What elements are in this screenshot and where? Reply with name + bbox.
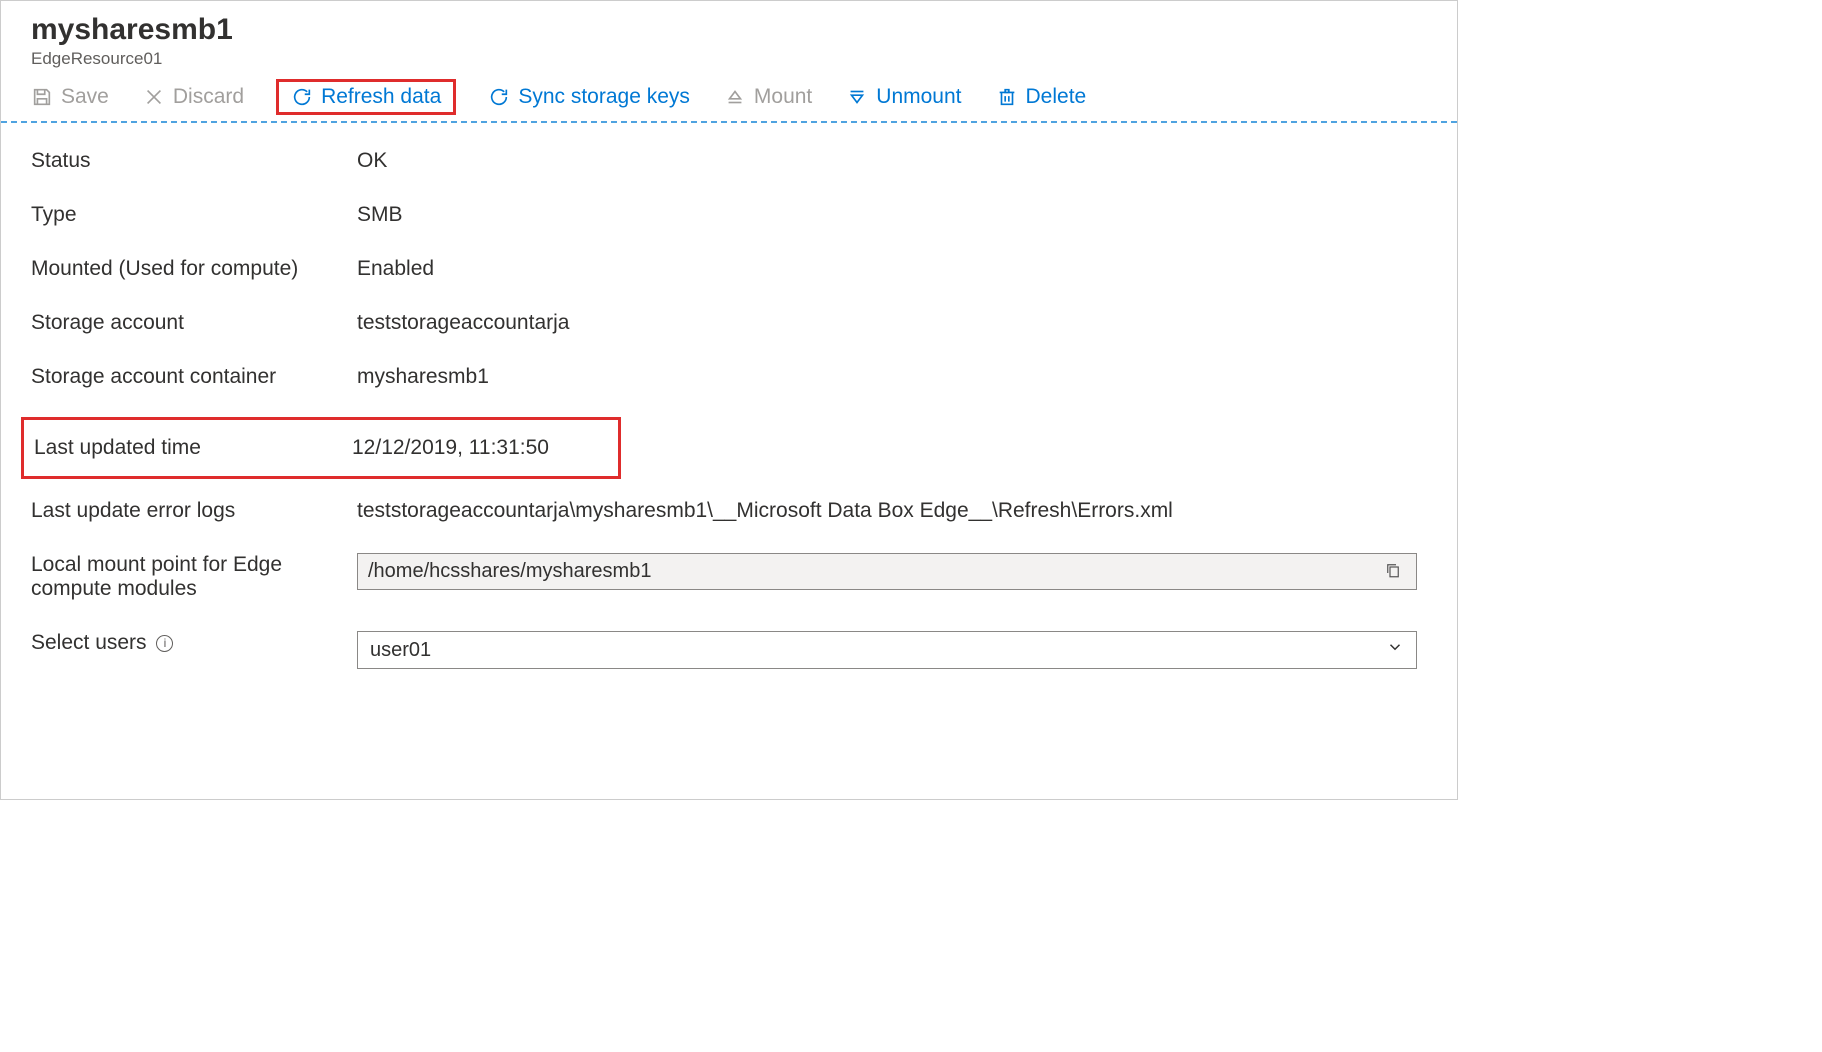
refresh-icon [488, 86, 510, 108]
unmount-button[interactable]: Unmount [846, 85, 961, 109]
page-subtitle: EdgeResource01 [31, 49, 1427, 69]
type-label: Type [31, 203, 357, 227]
mount-icon [724, 86, 746, 108]
copy-mount-point-button[interactable] [1380, 561, 1406, 582]
unmount-label: Unmount [876, 85, 961, 109]
save-button: Save [31, 85, 109, 109]
mount-label: Mount [754, 85, 812, 109]
refresh-icon [291, 86, 313, 108]
mount-button: Mount [724, 85, 812, 109]
close-button[interactable] [1427, 15, 1439, 48]
status-label: Status [31, 149, 357, 173]
delete-label: Delete [1026, 85, 1087, 109]
save-icon [31, 86, 53, 108]
storage-account-label: Storage account [31, 311, 357, 335]
select-users-label-wrap: Select users i [31, 631, 357, 655]
refresh-data-button[interactable]: Refresh data [276, 79, 456, 115]
select-users-value: user01 [370, 639, 1386, 662]
sync-storage-keys-button[interactable]: Sync storage keys [488, 85, 690, 109]
type-value: SMB [357, 203, 1427, 227]
refresh-label: Refresh data [321, 85, 441, 109]
select-users-dropdown[interactable]: user01 [357, 631, 1417, 669]
storage-account-value: teststorageaccountarja [357, 311, 1427, 335]
x-icon [143, 86, 165, 108]
info-icon[interactable]: i [156, 635, 173, 652]
container-label: Storage account container [31, 365, 357, 389]
sync-label: Sync storage keys [518, 85, 690, 109]
discard-label: Discard [173, 85, 244, 109]
toolbar: Save Discard Refresh data Sync storage k… [1, 75, 1457, 123]
discard-button: Discard [143, 85, 244, 109]
mount-point-value: /home/hcsshares/mysharesmb1 [368, 560, 1380, 583]
container-value: mysharesmb1 [357, 365, 1427, 389]
status-value: OK [357, 149, 1427, 173]
save-label: Save [61, 85, 109, 109]
copy-icon [1384, 567, 1402, 582]
select-users-label: Select users [31, 631, 147, 654]
mount-point-label: Local mount point for Edge compute modul… [31, 553, 357, 601]
mount-point-field: /home/hcsshares/mysharesmb1 [357, 553, 1417, 590]
last-updated-label: Last updated time [34, 436, 352, 460]
mounted-value: Enabled [357, 257, 1427, 281]
delete-button[interactable]: Delete [996, 85, 1087, 109]
trash-icon [996, 86, 1018, 108]
page-title: mysharesmb1 [31, 13, 1427, 47]
error-logs-label: Last update error logs [31, 499, 357, 523]
error-logs-value: teststorageaccountarja\mysharesmb1\__Mic… [357, 499, 1427, 523]
unmount-icon [846, 86, 868, 108]
chevron-down-icon [1386, 638, 1404, 662]
last-updated-highlight: Last updated time 12/12/2019, 11:31:50 [21, 417, 621, 479]
mounted-label: Mounted (Used for compute) [31, 257, 357, 281]
last-updated-value: 12/12/2019, 11:31:50 [352, 436, 616, 460]
